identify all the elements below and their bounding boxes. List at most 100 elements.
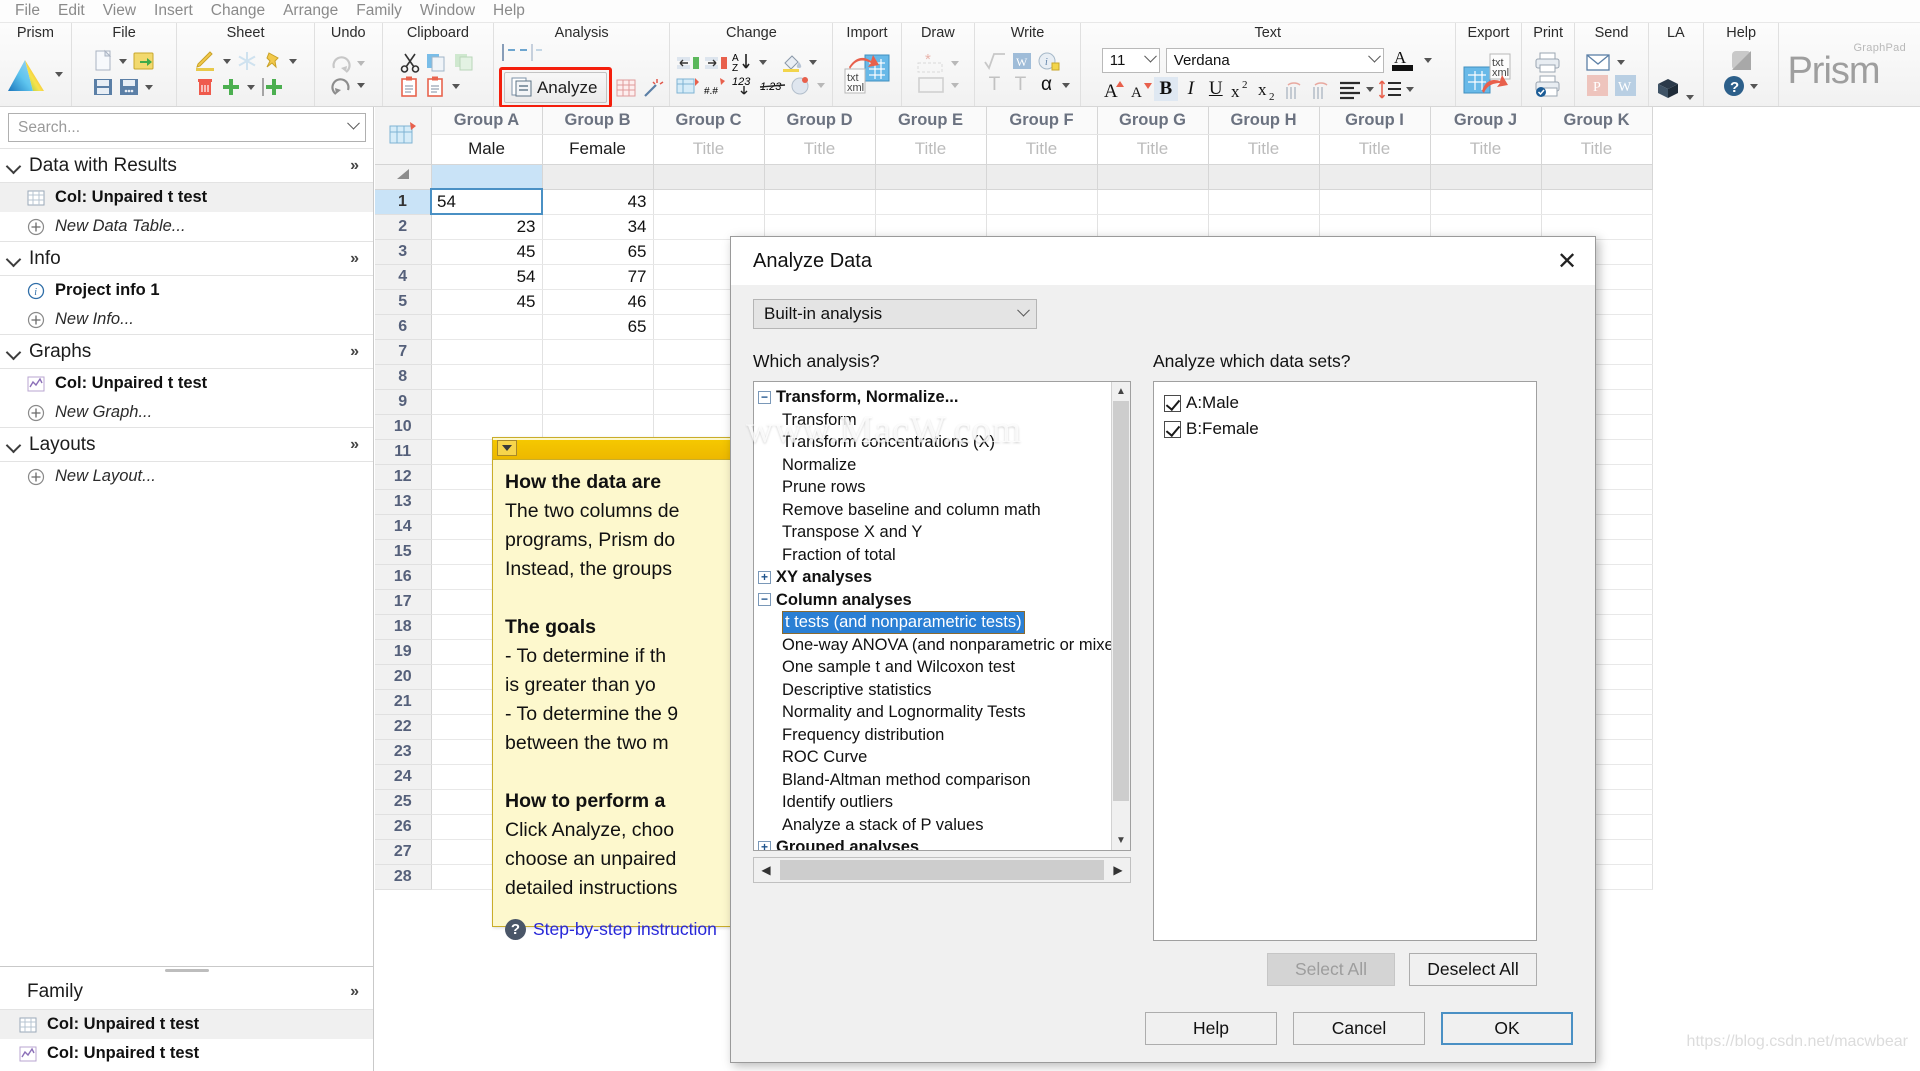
select-cell-K[interactable]: [1541, 164, 1652, 189]
subscript-button[interactable]: x2: [1256, 77, 1282, 101]
cell-D1[interactable]: [764, 189, 875, 214]
row-number[interactable]: 18: [375, 614, 431, 639]
column-title-K[interactable]: Title: [1541, 134, 1652, 164]
palette-caret-icon[interactable]: [817, 83, 825, 88]
menu-item-file[interactable]: File: [6, 0, 49, 22]
tree-group-column-analyses[interactable]: −Column analyses: [758, 589, 1130, 612]
word-icon[interactable]: W: [1010, 51, 1034, 71]
add-sheet-icon[interactable]: [219, 75, 243, 99]
select-cell-B[interactable]: [542, 164, 653, 189]
tree-item-transform[interactable]: Transform: [758, 409, 1130, 432]
cell-B2[interactable]: 34: [542, 214, 653, 239]
row-number[interactable]: 19: [375, 639, 431, 664]
row-number[interactable]: 26: [375, 814, 431, 839]
column-title-B[interactable]: Female: [542, 134, 653, 164]
dataset-checkbox[interactable]: [1164, 395, 1181, 412]
column-header-J[interactable]: Group J: [1430, 107, 1541, 134]
close-icon[interactable]: ✕: [1539, 237, 1595, 285]
save-as-caret-icon[interactable]: [145, 85, 153, 90]
tree-item-transpose-x-and-y[interactable]: Transpose X and Y: [758, 521, 1130, 544]
help-icon[interactable]: ?: [1722, 74, 1746, 98]
row-number[interactable]: 11: [375, 439, 431, 464]
dataset-list[interactable]: A:MaleB:Female: [1153, 381, 1537, 941]
cell-B1[interactable]: 43: [542, 189, 653, 214]
export-data-icon[interactable]: txt xml: [1462, 51, 1514, 97]
menu-item-edit[interactable]: Edit: [49, 0, 94, 22]
open-file-icon[interactable]: [131, 49, 157, 73]
deselect-all-button[interactable]: Deselect All: [1409, 953, 1537, 986]
copy-icon[interactable]: [424, 51, 450, 73]
rename-caret-icon[interactable]: [223, 59, 231, 64]
row-number[interactable]: 24: [375, 764, 431, 789]
menu-item-family[interactable]: Family: [347, 0, 411, 22]
fill-color-caret-icon[interactable]: [809, 60, 817, 65]
select-cell-E[interactable]: [875, 164, 986, 189]
tree-item-frequency-distribution[interactable]: Frequency distribution: [758, 724, 1130, 747]
cell-J1[interactable]: [1430, 189, 1541, 214]
column-header-E[interactable]: Group E: [875, 107, 986, 134]
column-header-G[interactable]: Group G: [1097, 107, 1208, 134]
row-number[interactable]: 12: [375, 464, 431, 489]
column-title-F[interactable]: Title: [986, 134, 1097, 164]
cell-A1[interactable]: 54: [431, 189, 542, 214]
tree-item-selected[interactable]: t tests (and nonparametric tests): [758, 611, 1130, 634]
greek-symbol-icon[interactable]: α: [1034, 73, 1058, 97]
lab-archives-icon[interactable]: [1655, 76, 1681, 100]
font-color-icon[interactable]: A: [1390, 47, 1416, 73]
cell-B4[interactable]: 77: [542, 264, 653, 289]
row-number[interactable]: 20: [375, 664, 431, 689]
analysis-table-icon[interactable]: [614, 77, 638, 99]
delete-sheet-icon[interactable]: [193, 75, 217, 99]
tree-item-roc-curve[interactable]: ROC Curve: [758, 746, 1130, 769]
row-number[interactable]: 27: [375, 839, 431, 864]
chevron-down-icon[interactable]: [7, 252, 21, 266]
move-left-column-icon[interactable]: [675, 53, 701, 73]
tree-scrollbar[interactable]: ▲ ▼: [1111, 382, 1130, 850]
cell-A3[interactable]: 45: [431, 239, 542, 264]
superscript-button[interactable]: x2: [1229, 77, 1255, 101]
font-size-select[interactable]: 11: [1102, 48, 1160, 73]
help-caret-icon[interactable]: [1750, 84, 1758, 89]
cell-E1[interactable]: [875, 189, 986, 214]
menu-item-arrange[interactable]: Arrange: [274, 0, 347, 22]
tree-item-normality-and-lognormality-tests[interactable]: Normality and Lognormality Tests: [758, 701, 1130, 724]
column-title-A[interactable]: Male: [431, 134, 542, 164]
help-panel-icon[interactable]: [1722, 50, 1760, 72]
menu-item-help[interactable]: Help: [484, 0, 534, 22]
chevron-down-icon[interactable]: [7, 438, 21, 452]
freeze-sheet-icon[interactable]: [235, 49, 259, 73]
line-spacing-caret-icon[interactable]: [1406, 87, 1414, 92]
magic-wand-icon[interactable]: [640, 77, 664, 99]
chevron-down-icon[interactable]: [7, 159, 21, 173]
column-title-I[interactable]: Title: [1319, 134, 1430, 164]
menu-item-view[interactable]: View: [94, 0, 145, 22]
tree-item-transform-concentrations-x[interactable]: Transform concentrations (X): [758, 431, 1130, 454]
draw-point-caret-icon[interactable]: [951, 61, 959, 66]
tree-expander-icon[interactable]: −: [758, 593, 771, 606]
select-cell-G[interactable]: [1097, 164, 1208, 189]
help-button[interactable]: Help: [1145, 1012, 1277, 1045]
cell-G1[interactable]: [1097, 189, 1208, 214]
paste-caret-icon[interactable]: [452, 84, 460, 89]
tree-item-identify-outliers[interactable]: Identify outliers: [758, 791, 1130, 814]
row-number[interactable]: 21: [375, 689, 431, 714]
sidebar-section-layouts[interactable]: Layouts»: [0, 427, 373, 462]
menu-item-insert[interactable]: Insert: [145, 0, 202, 22]
cell-K1[interactable]: [1541, 189, 1652, 214]
print-preview-icon[interactable]: [1534, 75, 1562, 97]
scroll-right-icon[interactable]: ▶: [1106, 863, 1130, 877]
send-powerpoint-icon[interactable]: P: [1585, 74, 1611, 96]
sidebar-item-project-info-1[interactable]: iProject info 1: [0, 276, 373, 305]
sidebar-section-data-with-results[interactable]: Data with Results»: [0, 148, 373, 183]
analyze-button[interactable]: Analyze: [504, 72, 607, 103]
row-number[interactable]: 13: [375, 489, 431, 514]
row-number[interactable]: 23: [375, 739, 431, 764]
tree-item-one-sample-t-and-wilcoxon-test[interactable]: One sample t and Wilcoxon test: [758, 656, 1130, 679]
line-spacing-icon[interactable]: [1377, 78, 1403, 100]
tree-item-fraction-of-total[interactable]: Fraction of total: [758, 544, 1130, 567]
tree-item-remove-baseline-and-column-math[interactable]: Remove baseline and column math: [758, 499, 1130, 522]
row-number[interactable]: 3: [375, 239, 431, 264]
redo-caret-icon[interactable]: [357, 61, 365, 66]
column-header-B[interactable]: Group B: [542, 107, 653, 134]
tree-horizontal-scrollbar[interactable]: ◀ ▶: [753, 857, 1131, 883]
